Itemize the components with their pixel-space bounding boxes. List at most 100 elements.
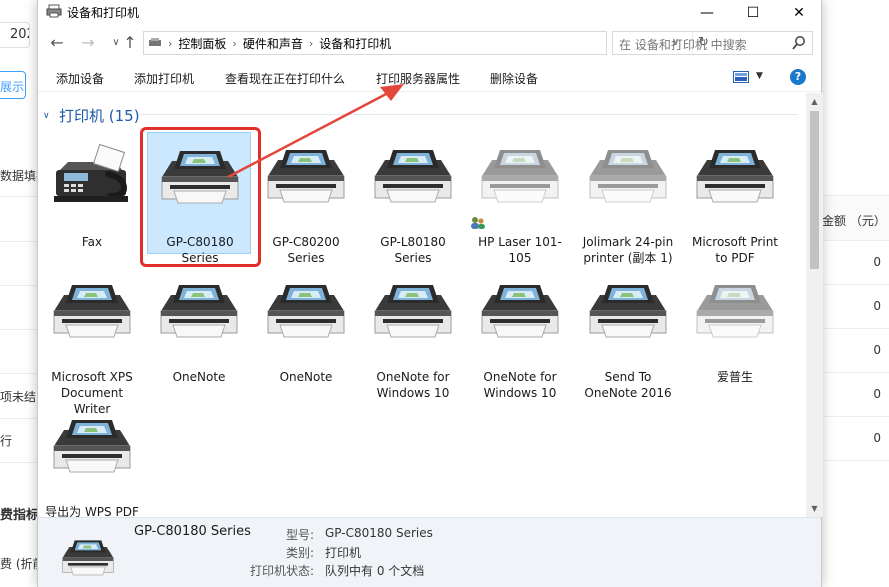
- control-panel-icon: [149, 38, 161, 46]
- printer-label: GP-C80180 Series: [166, 235, 234, 265]
- printer-icon: [62, 539, 114, 576]
- bg-text-4: 费指标: [0, 508, 40, 523]
- bg-button[interactable]: 展示: [0, 71, 26, 99]
- printer-item-selected[interactable]: GP-C80180 Series: [147, 132, 251, 265]
- printer-icon: [53, 284, 131, 338]
- printer-item[interactable]: HP Laser 101-105: [468, 132, 572, 265]
- scroll-thumb[interactable]: [810, 111, 819, 269]
- divider: [0, 241, 38, 242]
- breadcrumb-control-panel[interactable]: 控制面板: [178, 35, 226, 52]
- scroll-down-arrow[interactable]: ▼: [806, 504, 823, 513]
- add-printer-button[interactable]: 添加打印机: [134, 70, 194, 87]
- printer-item[interactable]: GP-C80200 Series: [254, 132, 358, 265]
- printer-icon: [589, 149, 667, 203]
- breadcrumb-separator: ›: [232, 36, 237, 50]
- printer-icon: [160, 284, 238, 338]
- printer-label: 爱普生: [716, 370, 753, 384]
- details-model-value: GP-C80180 Series: [325, 526, 433, 540]
- printer-label: 导出为 WPS PDF: [45, 505, 139, 517]
- printer-icon: [267, 149, 345, 203]
- back-button[interactable]: ←: [47, 32, 67, 54]
- details-category-label: 类别:: [285, 546, 314, 560]
- printer-icon: [53, 419, 131, 473]
- bg-cell: 0: [822, 329, 889, 373]
- change-view-icon[interactable]: [733, 71, 749, 83]
- bg-cell: 0: [822, 373, 889, 417]
- printer-label: GP-C80200 Series: [272, 235, 340, 265]
- printer-icon: [481, 284, 559, 338]
- add-device-button[interactable]: 添加设备: [56, 70, 104, 87]
- bg-text-2: 项未结: [0, 390, 37, 404]
- printer-icon: [589, 284, 667, 338]
- fax-icon: [50, 140, 134, 210]
- details-pane: GP-C80180 Series 型号: GP-C80180 Series 类别…: [38, 517, 821, 587]
- search-placeholder: 在 设备和打印机 中搜索: [619, 38, 747, 52]
- search-input[interactable]: 在 设备和打印机 中搜索: [612, 31, 813, 55]
- shared-users-icon: [471, 217, 485, 229]
- maximize-button[interactable]: ☐: [730, 0, 776, 26]
- group-divider: [138, 114, 798, 115]
- printer-label: OneNote: [172, 370, 226, 384]
- printer-item[interactable]: 导出为 WPS PDF: [40, 402, 144, 517]
- details-category-value: 打印机: [325, 546, 362, 560]
- breadcrumb-hardware-sound[interactable]: 硬件和声音: [243, 35, 303, 52]
- printer-item[interactable]: Send To OneNote 2016: [576, 267, 680, 400]
- devices-and-printers-window: 设备和打印机 — ☐ ✕ ← → ∨ ↑ › 控制面板 › 硬件和声音 › 设备…: [37, 0, 823, 587]
- printer-item[interactable]: OneNote: [254, 267, 358, 389]
- bg-right-column: 金额 （元） 0 0 0 0 0: [822, 0, 889, 587]
- up-button[interactable]: ↑: [120, 32, 140, 54]
- printer-item[interactable]: 爱普生: [683, 267, 787, 389]
- details-model-label: 型号:: [285, 528, 314, 542]
- vertical-scrollbar[interactable]: ▲ ▼: [806, 93, 823, 517]
- printer-item[interactable]: Microsoft XPS Document Writer: [40, 267, 144, 416]
- scroll-up-arrow[interactable]: ▲: [806, 97, 823, 106]
- chevron-down-icon: ∨: [43, 110, 50, 121]
- address-bar[interactable]: › 控制面板 › 硬件和声音 › 设备和打印机 ∨ ↻: [143, 31, 709, 55]
- printers-group-header[interactable]: ∨ 打印机 (15): [43, 105, 140, 126]
- printer-label: Jolimark 24-pin printer (副本 1): [582, 235, 674, 265]
- printer-label: OneNote for Windows 10: [483, 370, 557, 400]
- print-server-properties-button[interactable]: 打印服务器属性: [376, 70, 460, 87]
- printer-item[interactable]: GP-L80180 Series: [361, 132, 465, 265]
- printer-item[interactable]: OneNote for Windows 10: [361, 267, 465, 400]
- address-row: ← → ∨ ↑ › 控制面板 › 硬件和声音 › 设备和打印机 ∨ ↻ 在 设备…: [38, 28, 821, 58]
- printer-small-icon: [46, 4, 62, 18]
- window-title: 设备和打印机: [67, 6, 140, 20]
- bg-column-header: 金额 （元）: [822, 195, 889, 241]
- printer-icon: [374, 284, 452, 338]
- remove-device-button[interactable]: 删除设备: [490, 70, 538, 87]
- divider: [0, 285, 38, 286]
- printer-label: Send To OneNote 2016: [584, 370, 672, 400]
- title-bar[interactable]: 设备和打印机 — ☐ ✕: [38, 0, 821, 26]
- bg-cell: 0: [822, 417, 889, 461]
- device-list: ∨ 打印机 (15) Fax GP-C80180 Series GP-C80200 …: [38, 93, 806, 517]
- bg-cell: 0: [822, 241, 889, 285]
- printers-group-title: 打印机 (15): [59, 107, 140, 125]
- printer-label: GP-L80180 Series: [380, 235, 446, 265]
- close-button[interactable]: ✕: [776, 0, 822, 26]
- printer-icon: [696, 149, 774, 203]
- printer-item[interactable]: OneNote for Windows 10: [468, 267, 572, 400]
- forward-button[interactable]: →: [78, 32, 98, 54]
- printer-item[interactable]: OneNote: [147, 267, 251, 389]
- divider: [0, 373, 38, 374]
- printer-item[interactable]: Jolimark 24-pin printer (副本 1): [576, 132, 680, 265]
- view-dropdown-icon[interactable]: ▼: [756, 71, 763, 81]
- divider: [0, 329, 38, 330]
- printer-label: OneNote: [279, 370, 333, 384]
- printer-item[interactable]: Fax: [40, 132, 144, 254]
- bg-cell: 0: [822, 285, 889, 329]
- divider: [0, 418, 38, 419]
- printer-icon: [267, 284, 345, 338]
- printer-item[interactable]: Microsoft Print to PDF: [683, 132, 787, 265]
- help-icon[interactable]: ?: [790, 69, 806, 85]
- details-status-label: 打印机状态:: [249, 564, 314, 578]
- breadcrumb-devices-printers[interactable]: 设备和打印机: [319, 35, 391, 52]
- bg-date-field[interactable]: 2025: [0, 22, 30, 48]
- see-printing-button[interactable]: 查看现在正在打印什么: [225, 70, 345, 87]
- divider: [0, 196, 38, 197]
- minimize-button[interactable]: —: [684, 0, 730, 26]
- printer-label: HP Laser 101-105: [478, 235, 562, 265]
- breadcrumb-separator: ›: [308, 36, 314, 50]
- printer-label: Fax: [81, 235, 103, 249]
